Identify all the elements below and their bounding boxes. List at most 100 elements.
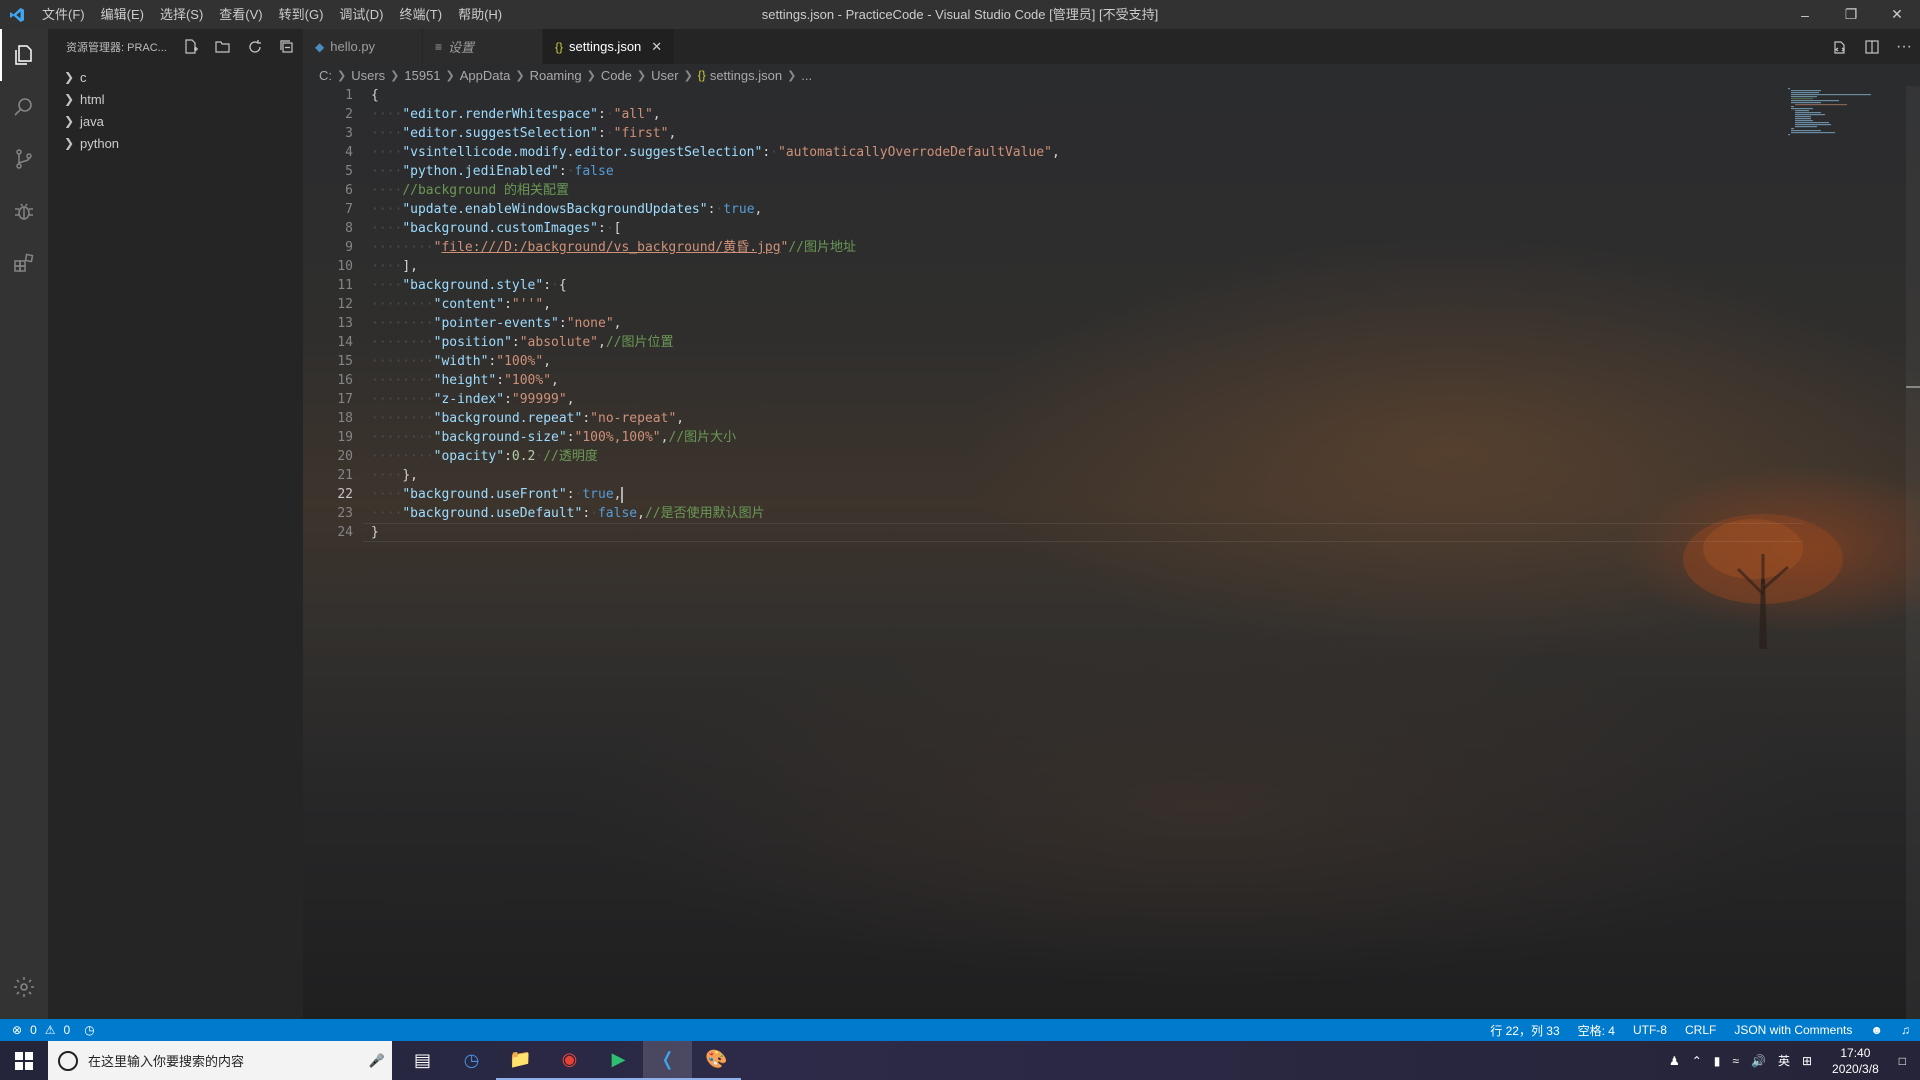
more-actions-icon[interactable]: ··· — [1888, 29, 1920, 64]
code-line[interactable]: ········"opacity":0.2·//透明度 — [371, 447, 1771, 466]
breadcrumb-item[interactable]: AppData — [460, 68, 511, 83]
code-line[interactable]: ········"content":"''", — [371, 295, 1771, 314]
tab-settings[interactable]: ≡ 设置 — [423, 29, 543, 64]
extensions-icon[interactable] — [0, 237, 48, 289]
breadcrumb-item[interactable]: User — [651, 68, 678, 83]
show-hidden-icons-icon[interactable]: ⌃ — [1692, 1054, 1702, 1068]
taskbar-search-box[interactable]: 在这里输入你要搜索的内容 🎤 — [48, 1041, 392, 1080]
warning-count[interactable]: 0 — [64, 1023, 71, 1037]
people-icon[interactable]: ♟ — [1669, 1054, 1680, 1068]
code-line[interactable]: ····"background.useDefault":·false,//是否使… — [371, 504, 1771, 523]
tree-folder-java[interactable]: ❯ java — [48, 110, 303, 132]
menu-file[interactable]: 文件(F) — [34, 0, 93, 29]
chrome-icon[interactable]: ◉ — [545, 1041, 594, 1080]
restore-icon[interactable]: ❐ — [1828, 0, 1874, 29]
tree-folder-c[interactable]: ❯ c — [48, 66, 303, 88]
menu-help[interactable]: 帮助(H) — [450, 0, 510, 29]
code-line[interactable]: ····"background.style":·{ — [371, 276, 1771, 295]
menu-selection[interactable]: 选择(S) — [152, 0, 211, 29]
tab-hello-py[interactable]: ◆ hello.py — [303, 29, 423, 64]
minimize-icon[interactable]: – — [1782, 0, 1828, 29]
volume-icon[interactable]: 🔊 — [1751, 1054, 1766, 1068]
close-window-icon[interactable]: ✕ — [1874, 0, 1920, 29]
menu-edit[interactable]: 编辑(E) — [93, 0, 152, 29]
code-line[interactable]: ········"pointer-events":"none", — [371, 314, 1771, 333]
collapse-all-icon[interactable] — [271, 29, 303, 64]
code-line[interactable]: ····"python.jediEnabled":·false — [371, 162, 1771, 181]
code-line[interactable]: ····"vsintellicode.modify.editor.suggest… — [371, 143, 1771, 162]
minimap[interactable] — [1786, 86, 1906, 146]
paint-icon[interactable]: 🎨 — [692, 1041, 741, 1080]
code-line[interactable]: ········"background-size":"100%,100%",//… — [371, 428, 1771, 447]
menu-debug[interactable]: 调试(D) — [331, 0, 391, 29]
task-view-icon[interactable]: ▤ — [398, 1041, 447, 1080]
menu-go[interactable]: 转到(G) — [271, 0, 332, 29]
explorer-icon[interactable] — [0, 29, 48, 81]
code-line[interactable]: } — [371, 523, 1771, 542]
code-editor[interactable]: {····"editor.renderWhitespace":·"all", ··… — [371, 86, 1771, 542]
search-icon[interactable] — [0, 81, 48, 133]
breadcrumb-item[interactable]: ... — [801, 68, 812, 83]
warning-icon[interactable]: ⚠ — [45, 1023, 56, 1037]
clock[interactable]: 17:40 2020/3/8 — [1832, 1045, 1879, 1077]
input-mode-icon[interactable]: ⊞ — [1802, 1054, 1812, 1068]
breadcrumb-item[interactable]: C: — [319, 68, 332, 83]
code-line[interactable]: ········"height":"100%", — [371, 371, 1771, 390]
breadcrumb-item[interactable]: settings.json — [710, 68, 782, 83]
input-method[interactable]: 英 — [1778, 1052, 1790, 1069]
clock-app-icon[interactable]: ◷ — [447, 1041, 496, 1080]
feedback-icon[interactable]: ☻ — [1870, 1023, 1883, 1037]
code-line[interactable]: ········"file:///D:/background/vs_backgr… — [371, 238, 1771, 257]
media-player-icon[interactable]: ▶ — [594, 1041, 643, 1080]
cursor-position[interactable]: 行 22，列 33 — [1490, 1022, 1559, 1039]
microphone-icon[interactable]: 🎤 — [362, 1053, 392, 1069]
battery-icon[interactable]: ▮ — [1714, 1054, 1721, 1068]
menu-view[interactable]: 查看(V) — [211, 0, 270, 29]
open-settings-json-icon[interactable] — [1824, 29, 1856, 64]
code-line[interactable]: ········"position":"absolute",//图片位置 — [371, 333, 1771, 352]
error-icon[interactable]: ⊗ — [12, 1023, 22, 1037]
source-control-icon[interactable] — [0, 133, 48, 185]
code-line[interactable]: ········"width":"100%", — [371, 352, 1771, 371]
encoding[interactable]: UTF-8 — [1633, 1023, 1667, 1037]
notification-bell-icon[interactable]: ♫ — [1901, 1023, 1910, 1037]
breadcrumb-item[interactable]: Roaming — [530, 68, 582, 83]
breadcrumb-item[interactable]: Code — [601, 68, 632, 83]
code-line[interactable]: ····], — [371, 257, 1771, 276]
language-mode[interactable]: JSON with Comments — [1734, 1023, 1852, 1037]
line-number: 14 — [337, 335, 353, 350]
indentation[interactable]: 空格: 4 — [1578, 1022, 1615, 1039]
vertical-scrollbar[interactable] — [1906, 86, 1920, 1019]
code-line[interactable]: ····"editor.renderWhitespace":·"all", — [371, 105, 1771, 124]
refresh-icon[interactable] — [239, 29, 271, 64]
action-center-icon[interactable]: □ — [1899, 1054, 1906, 1068]
history-icon[interactable]: ◷ — [84, 1023, 94, 1037]
breadcrumb-item[interactable]: 15951 — [404, 68, 440, 83]
breadcrumb-item[interactable]: Users — [351, 68, 385, 83]
vscode-taskbar-icon[interactable]: ❬ — [643, 1041, 692, 1080]
code-line[interactable]: ········"z-index":"99999", — [371, 390, 1771, 409]
code-line[interactable]: ····"background.useFront":·true, — [371, 485, 1771, 504]
split-editor-icon[interactable] — [1856, 29, 1888, 64]
gear-icon[interactable] — [0, 967, 48, 1007]
windows-start-icon[interactable] — [0, 1041, 48, 1080]
end-of-line[interactable]: CRLF — [1685, 1023, 1716, 1037]
code-line[interactable]: ····"editor.suggestSelection":·"first", — [371, 124, 1771, 143]
code-line[interactable]: ····"update.enableWindowsBackgroundUpdat… — [371, 200, 1771, 219]
file-explorer-icon[interactable]: 📁 — [496, 1041, 545, 1080]
code-line[interactable]: ····}, — [371, 466, 1771, 485]
code-line[interactable]: ····"background.customImages":·[ — [371, 219, 1771, 238]
code-line[interactable]: ········"background.repeat":"no-repeat", — [371, 409, 1771, 428]
tree-folder-python[interactable]: ❯ python — [48, 132, 303, 154]
code-line[interactable]: { — [371, 86, 1771, 105]
error-count[interactable]: 0 — [30, 1023, 37, 1037]
wifi-icon[interactable]: ≈ — [1732, 1054, 1739, 1068]
debug-icon[interactable] — [0, 185, 48, 237]
new-file-icon[interactable] — [175, 29, 207, 64]
new-folder-icon[interactable] — [207, 29, 239, 64]
code-line[interactable]: ····//background 的相关配置 — [371, 181, 1771, 200]
tab-settings-json[interactable]: {} settings.json ✕ — [543, 29, 676, 64]
close-icon[interactable]: ✕ — [651, 39, 662, 55]
tree-folder-html[interactable]: ❯ html — [48, 88, 303, 110]
menu-terminal[interactable]: 终端(T) — [391, 0, 450, 29]
